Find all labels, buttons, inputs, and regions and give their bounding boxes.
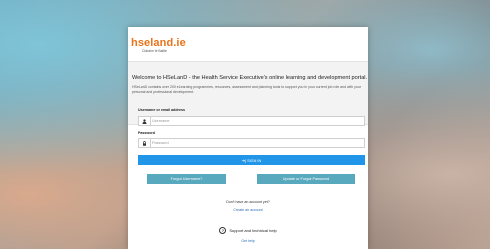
help-icon: ? bbox=[219, 227, 227, 234]
username-label: Username or email address bbox=[138, 108, 185, 112]
password-field-wrap bbox=[138, 138, 365, 148]
login-card: hseland.ie Cláraím le Bailte Welcome to … bbox=[128, 27, 368, 249]
update-password-button[interactable]: Update or Forgot Password bbox=[257, 174, 355, 184]
get-help-link[interactable]: Get help bbox=[128, 239, 368, 243]
sign-in-button[interactable]: ➜] SIGN IN bbox=[138, 155, 365, 165]
password-label: Password bbox=[138, 131, 155, 135]
user-icon bbox=[139, 117, 151, 125]
hseland-logo[interactable]: hseland.ie Cláraím le Bailte bbox=[131, 37, 186, 53]
welcome-text: HSeLanD contains over 200 eLearning prog… bbox=[132, 85, 361, 94]
username-input[interactable] bbox=[152, 117, 352, 125]
password-input[interactable] bbox=[152, 139, 352, 147]
create-account-link[interactable]: Create an account bbox=[128, 208, 368, 212]
logo-tagline: Cláraím le Bailte bbox=[142, 49, 167, 53]
no-account-text: Don't have an account yet? bbox=[226, 200, 270, 204]
welcome-title: Welcome to HSeLanD - the Health Service … bbox=[132, 75, 368, 81]
support-title: Support and technical help bbox=[229, 228, 277, 233]
logo-name: hseland.ie bbox=[131, 37, 186, 49]
forgot-username-button[interactable]: Forgot Username? bbox=[147, 174, 226, 184]
lock-icon bbox=[139, 139, 151, 147]
username-field-wrap bbox=[138, 116, 365, 126]
support-section: ? Support and technical help bbox=[128, 227, 368, 234]
